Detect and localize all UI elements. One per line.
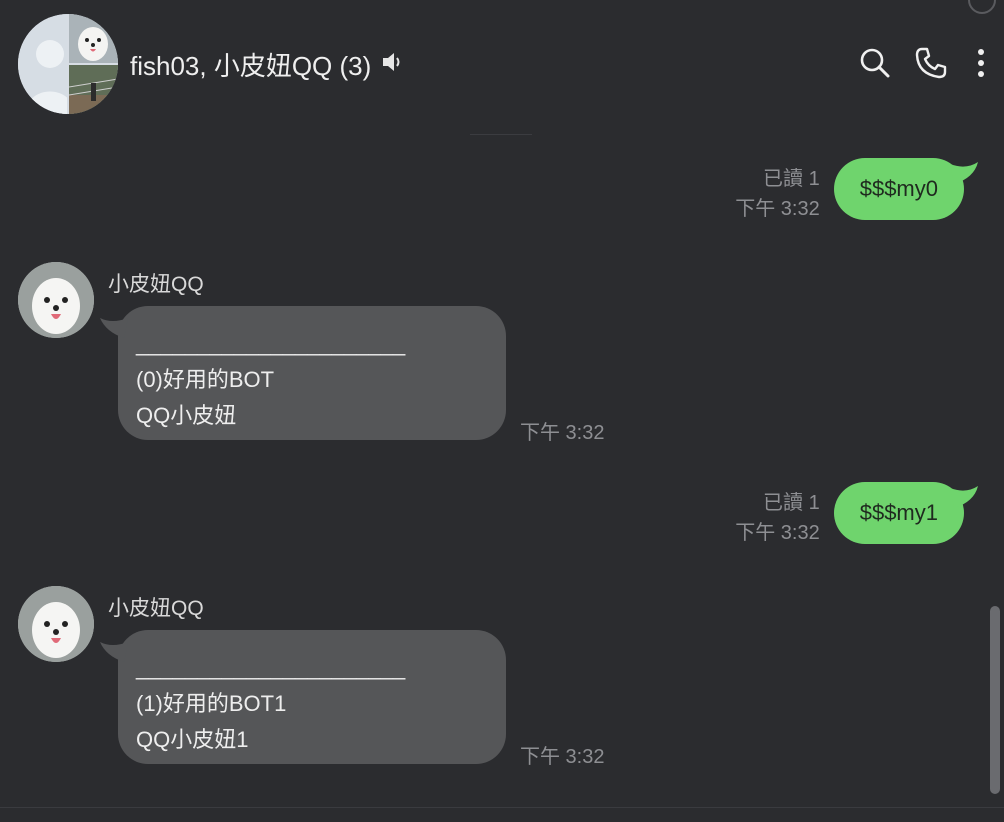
message-line: (1)好用的BOT1 [136,691,287,716]
message-line: QQ小皮妞1 [136,727,249,752]
chat-title-text: fish03, 小皮妞QQ (3) [130,51,372,81]
chat-header: fish03, 小皮妞QQ (3) [0,0,1004,130]
message-text: $$$my1 [859,500,938,525]
phone-icon[interactable] [914,46,948,80]
speaker-icon[interactable] [381,49,405,80]
outgoing-message: 已讀 1 下午 3:32 $$$my0 [735,158,978,224]
message-line: QQ小皮妞 [136,403,237,428]
group-avatar[interactable] [18,14,118,114]
message-text: $$$my0 [859,176,938,201]
message-meta: 已讀 1 下午 3:32 [735,158,819,224]
outgoing-bubble[interactable]: $$$my0 [833,158,978,220]
message-meta: 已讀 1 下午 3:32 [735,482,819,548]
more-vertical-icon[interactable] [966,46,996,80]
message-time: 下午 3:32 [520,422,605,444]
read-receipt: 已讀 1 [763,168,820,190]
window-control-icon[interactable] [968,0,996,14]
bubble-tail-icon [950,162,978,184]
bubble-tail-icon [950,486,978,508]
input-divider [0,807,1004,808]
bridge-photo-avatar [68,65,118,114]
dog-photo-avatar [69,14,118,63]
sender-name: 小皮妞QQ [108,597,204,620]
search-icon[interactable] [858,46,892,80]
message-time: 下午 3:32 [735,198,820,220]
outgoing-message: 已讀 1 下午 3:32 $$$my1 [735,482,978,548]
scrollbar-thumb[interactable] [990,606,1000,794]
message-time: 下午 3:32 [520,746,605,768]
bubble-tail-icon [100,642,128,662]
chat-title[interactable]: fish03, 小皮妞QQ (3) [130,46,405,83]
sender-avatar[interactable] [18,262,94,338]
read-receipt: 已讀 1 [763,492,820,514]
sender-name: 小皮妞QQ [108,273,204,296]
outgoing-bubble[interactable]: $$$my1 [833,482,978,544]
header-divider [470,134,532,135]
message-line: ______________________ [136,655,406,680]
message-line: (0)好用的BOT [136,367,275,392]
message-time: 下午 3:32 [735,522,820,544]
sender-avatar[interactable] [18,586,94,662]
message-line: ______________________ [136,331,406,356]
bubble-tail-icon [100,318,128,338]
default-user-avatar [18,14,74,114]
incoming-bubble[interactable]: ______________________ (0)好用的BOT QQ小皮妞 [100,306,506,440]
incoming-bubble[interactable]: ______________________ (1)好用的BOT1 QQ小皮妞1 [100,630,506,764]
